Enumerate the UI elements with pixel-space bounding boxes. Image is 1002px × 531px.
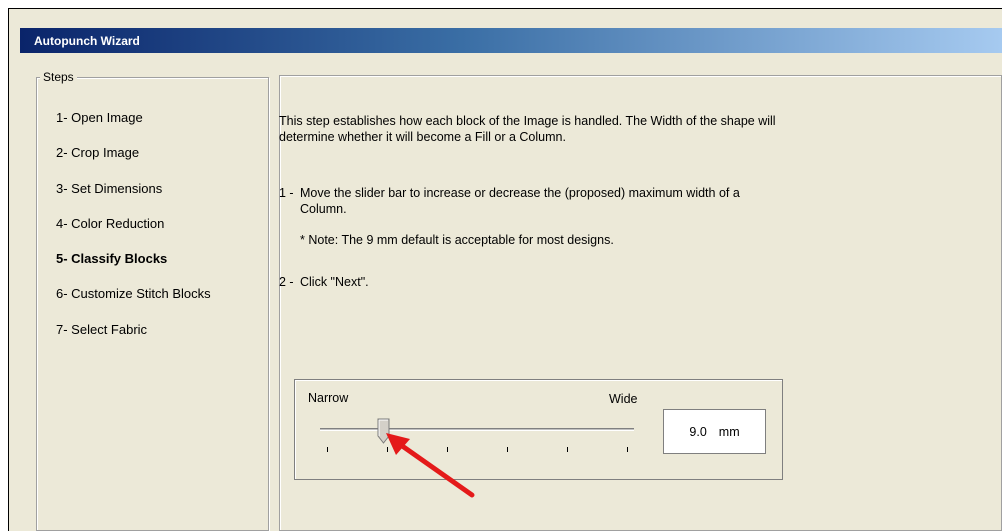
note-text: * Note: The 9 mm default is acceptable f… — [300, 233, 614, 247]
slider-tick — [387, 447, 388, 452]
step-item-1: 1- Open Image — [56, 110, 143, 125]
slider-tick — [327, 447, 328, 452]
window-title: Autopunch Wizard — [34, 33, 140, 48]
step-item-6: 6- Customize Stitch Blocks — [56, 286, 211, 302]
slider-tick — [567, 447, 568, 452]
slider-thumb[interactable] — [377, 418, 391, 444]
step2-number: 2 - — [279, 275, 294, 289]
step1-instruction: Move the slider bar to increase or decre… — [300, 186, 740, 216]
step-item-3: 3- Set Dimensions — [56, 180, 163, 196]
steps-list: 1- Open Image 2- Crop Image 3- Set Dimensi… — [56, 109, 211, 356]
step1-number: 1 - — [279, 186, 294, 200]
title-bar[interactable]: Autopunch Wizard — [20, 28, 1002, 53]
width-value: 9.0 — [689, 424, 707, 439]
steps-legend: Steps — [40, 70, 77, 84]
slider-tick — [447, 447, 448, 452]
step-item-7: 7- Select Fabric — [56, 321, 148, 337]
step-item-5: 5- Classify Blocks — [56, 251, 168, 267]
slider-track[interactable] — [320, 428, 634, 431]
intro-text: This step establishes how each block of … — [279, 114, 776, 144]
slider-min-label: Narrow — [308, 391, 349, 405]
width-unit: mm — [718, 424, 740, 439]
screenshot-canvas: Autopunch Wizard Steps 1- Open Image 2- C… — [0, 0, 1002, 531]
slider-tick — [627, 447, 628, 452]
width-value-field[interactable]: 9.0 mm — [663, 409, 766, 454]
step-item-2: 2- Crop Image — [56, 145, 140, 161]
step2-instruction: Click "Next". — [300, 275, 369, 289]
slider-max-label: Wide — [609, 392, 638, 406]
step-item-4: 4- Color Reduction — [56, 215, 165, 231]
slider-tick — [507, 447, 508, 452]
